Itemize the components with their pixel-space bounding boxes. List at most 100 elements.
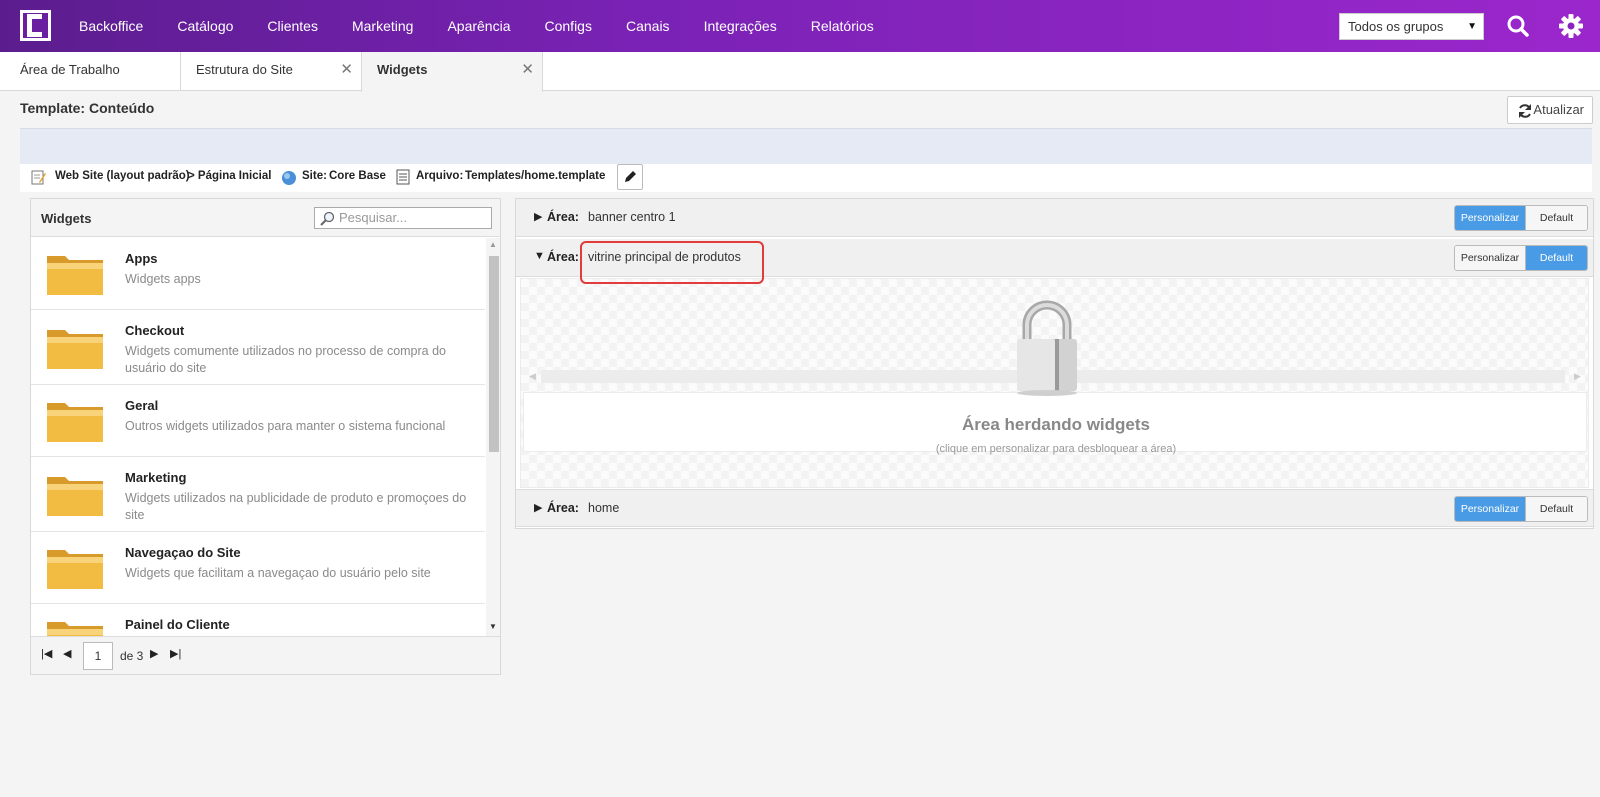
prev-page-icon[interactable]: ◀	[63, 647, 71, 660]
tab-area-de-trabalho[interactable]: Área de Trabalho	[0, 52, 181, 91]
padlock-icon	[1017, 300, 1077, 396]
annotation-highlight	[580, 241, 764, 284]
nav-catalogo[interactable]: Catálogo	[160, 0, 250, 52]
search-icon	[320, 211, 335, 226]
nav-aparencia[interactable]: Aparência	[430, 0, 527, 52]
locked-area: ◀ ▶ Área herdando widgets (clique em per…	[520, 278, 1589, 488]
edit-file-button[interactable]	[617, 164, 643, 190]
nav-configs[interactable]: Configs	[528, 0, 609, 52]
area-row-banner[interactable]: ▶ Área: banner centro 1 Personalizar Def…	[516, 199, 1593, 237]
refresh-label: Atualizar	[1533, 102, 1584, 117]
search-icon[interactable]	[1505, 13, 1531, 39]
widget-search-input[interactable]: Pesquisar...	[314, 207, 492, 229]
page-edit-icon	[31, 170, 46, 185]
next-page-icon[interactable]: ▶	[150, 647, 158, 660]
personalizar-button[interactable]: Personalizar	[1455, 246, 1526, 270]
list-item-desc: Widgets comumente utilizados no processo…	[125, 344, 446, 375]
expand-icon[interactable]: ▶	[534, 501, 542, 514]
scroll-thumb[interactable]	[489, 256, 499, 452]
personalizar-button[interactable]: Personalizar	[1455, 497, 1526, 521]
area-row-home[interactable]: ▶ Área: home Personalizar Default	[516, 489, 1593, 527]
main-nav: Backoffice Catálogo Clientes Marketing A…	[62, 0, 891, 52]
tab-label: Área de Trabalho	[20, 62, 120, 77]
tab-bar: Área de Trabalho Estrutura do Site ✕ Wid…	[0, 52, 1600, 92]
area-name: home	[588, 501, 620, 515]
group-select[interactable]: Todos os grupos ▼	[1339, 13, 1484, 40]
area-label: Área:	[547, 210, 579, 224]
list-item-title: Geral	[125, 398, 159, 413]
expand-icon[interactable]: ▶	[534, 210, 542, 223]
list-item[interactable]: Apps Widgets apps	[31, 238, 485, 310]
globe-icon	[282, 171, 296, 185]
list-item[interactable]: Navegaçao do Site Widgets que facilitam …	[31, 532, 485, 604]
template-info-bar: Web Site (layout padrão) > Página Inicia…	[20, 164, 1592, 192]
page-title: Template: Conteúdo	[20, 100, 155, 116]
locked-message-card: Área herdando widgets (clique em persona…	[523, 392, 1587, 455]
list-item-desc: Outros widgets utilizados para manter o …	[125, 419, 446, 433]
widgets-panel-header: Widgets Pesquisar...	[31, 199, 500, 237]
refresh-button[interactable]: Atualizar	[1507, 96, 1593, 124]
close-icon[interactable]: ✕	[521, 52, 534, 88]
list-item[interactable]: Geral Outros widgets utilizados para man…	[31, 385, 485, 457]
nav-canais[interactable]: Canais	[609, 0, 687, 52]
area-label: Área:	[547, 501, 579, 515]
site-layout-label: Web Site (layout padrão)	[55, 170, 190, 182]
scroll-down-icon[interactable]: ▼	[489, 622, 497, 631]
list-item-desc: Widgets apps	[125, 272, 201, 286]
widgets-panel-title: Widgets	[41, 211, 92, 226]
file-value: Templates/home.template	[465, 170, 606, 182]
collapse-icon[interactable]: ▼	[534, 250, 545, 262]
file-label: Arquivo:	[416, 170, 464, 182]
chevron-down-icon: ▼	[1467, 21, 1477, 32]
site-label: Site:	[302, 170, 327, 182]
first-page-icon[interactable]: |◀	[41, 647, 52, 660]
personalizar-button[interactable]: Personalizar	[1455, 206, 1526, 230]
template-band	[20, 128, 1592, 164]
brand-logo-icon[interactable]	[20, 10, 51, 41]
folder-icon	[47, 330, 103, 369]
default-button[interactable]: Default	[1526, 497, 1587, 521]
list-item[interactable]: Checkout Widgets comumente utilizados no…	[31, 310, 485, 385]
default-button[interactable]: Default	[1526, 206, 1587, 230]
area-label: Área:	[547, 250, 579, 264]
list-item-desc: Widgets que facilitam a navegaçao do usu…	[125, 566, 431, 580]
tab-label: Widgets	[377, 62, 428, 77]
area-name: banner centro 1	[588, 210, 676, 224]
top-navbar: Backoffice Catálogo Clientes Marketing A…	[0, 0, 1600, 52]
scroll-up-icon[interactable]: ▲	[489, 240, 497, 249]
list-item[interactable]: Marketing Widgets utilizados na publicid…	[31, 457, 485, 532]
folder-icon	[47, 622, 103, 636]
list-item[interactable]: Painel do Cliente	[31, 604, 485, 636]
page-number-input[interactable]: 1	[83, 642, 113, 670]
nav-marketing[interactable]: Marketing	[335, 0, 430, 52]
area-mode-toggle: Personalizar Default	[1454, 496, 1588, 522]
widget-category-list: Apps Widgets apps Checkout Widgets comum…	[31, 238, 485, 636]
site-value: Core Base	[329, 170, 386, 182]
pencil-icon	[625, 171, 636, 182]
page-count: de 3	[120, 649, 144, 663]
tab-estrutura-do-site[interactable]: Estrutura do Site ✕	[181, 52, 362, 91]
file-icon	[396, 169, 410, 185]
list-item-desc: Widgets utilizados na publicidade de pro…	[125, 491, 467, 522]
list-item-title: Checkout	[125, 323, 185, 338]
list-scrollbar[interactable]: ▲ ▼	[486, 238, 500, 636]
refresh-icon	[1519, 104, 1531, 118]
tab-widgets[interactable]: Widgets ✕	[361, 52, 543, 92]
list-item-title: Navegaçao do Site	[125, 545, 241, 560]
gear-icon[interactable]	[1558, 13, 1584, 39]
nav-integracoes[interactable]: Integrações	[687, 0, 794, 52]
tab-label: Estrutura do Site	[196, 62, 293, 77]
folder-icon	[47, 550, 103, 589]
area-mode-toggle: Personalizar Default	[1454, 205, 1588, 231]
default-button[interactable]: Default	[1526, 246, 1587, 270]
folder-icon	[47, 256, 103, 295]
close-icon[interactable]: ✕	[340, 52, 353, 88]
folder-icon	[47, 477, 103, 516]
pagination: |◀ ◀ 1 de 3 ▶ ▶|	[31, 636, 500, 674]
locked-subtitle: (clique em personalizar para desbloquear…	[935, 443, 1177, 455]
last-page-icon[interactable]: ▶|	[170, 647, 181, 660]
nav-backoffice[interactable]: Backoffice	[62, 0, 160, 52]
nav-relatorios[interactable]: Relatórios	[794, 0, 891, 52]
widgets-panel: Widgets Pesquisar... Apps Widgets apps C…	[30, 198, 501, 675]
nav-clientes[interactable]: Clientes	[250, 0, 335, 52]
